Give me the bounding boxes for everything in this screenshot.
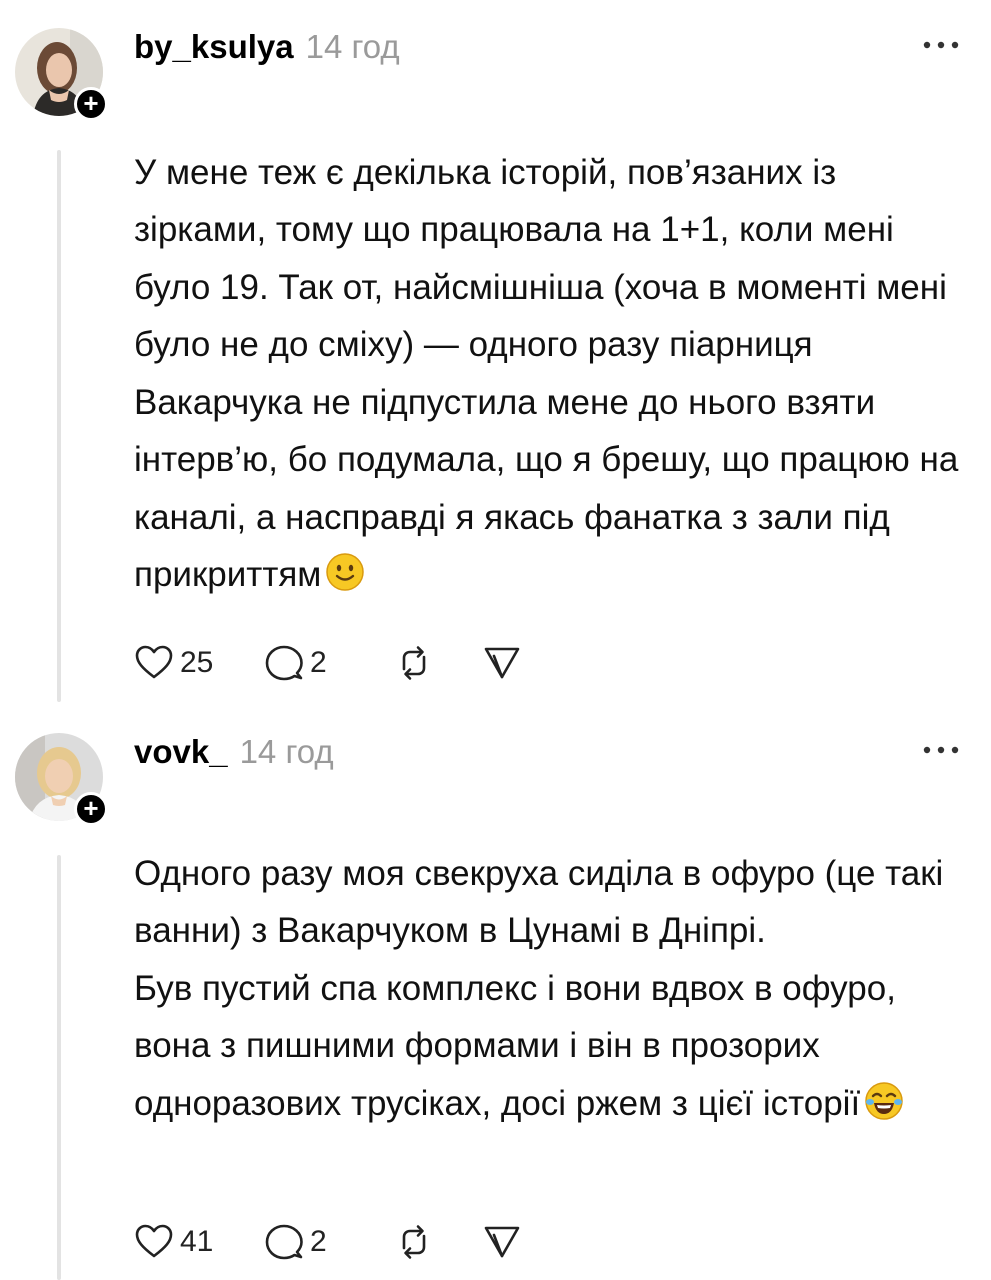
reply-count: 2 (310, 646, 327, 679)
send-icon (484, 647, 520, 679)
username[interactable]: by_ksulya (134, 28, 294, 66)
post-text: Одного разу моя свекруха сиділа в офуро … (134, 787, 974, 1132)
reply-button[interactable]: 2 (264, 1222, 346, 1262)
like-button[interactable]: 41 (134, 1222, 216, 1262)
post-header: vovk_ 14 год (134, 733, 334, 781)
face-with-tears-of-joy-icon (865, 1081, 903, 1120)
post-actions: 41 2 (134, 1217, 570, 1267)
repost-button[interactable] (394, 643, 434, 683)
thread-line (57, 150, 61, 702)
timestamp: 14 год (305, 28, 400, 65)
post: + vovk_ 14 год Одного разу моя свекруха … (0, 705, 991, 1280)
follow-plus-icon[interactable]: + (74, 87, 108, 121)
send-icon (484, 1226, 520, 1258)
reply-count: 2 (310, 1225, 327, 1258)
post-text: У мене теж є декілька історій, пов’язани… (134, 86, 974, 604)
repost-icon (402, 646, 426, 680)
like-button[interactable]: 25 (134, 643, 216, 683)
repost-icon (402, 1225, 426, 1259)
post-actions: 25 2 (134, 638, 570, 688)
thread-line (57, 855, 61, 1280)
more-dots-icon[interactable] (921, 38, 961, 52)
share-button[interactable] (482, 643, 522, 683)
speech-bubble-icon (265, 1224, 303, 1260)
speech-bubble-icon (265, 645, 303, 681)
reply-button[interactable]: 2 (264, 643, 346, 683)
username[interactable]: vovk_ (134, 733, 228, 771)
post-text-content: Одного разу моя свекруха сиділа в офуро … (134, 853, 944, 1123)
like-count: 41 (180, 1225, 214, 1258)
share-button[interactable] (482, 1222, 522, 1262)
post: + by_ksulya 14 год У мене теж є декілька… (0, 0, 991, 705)
repost-button[interactable] (394, 1222, 434, 1262)
heart-icon (135, 1224, 173, 1258)
post-header: by_ksulya 14 год (134, 28, 400, 76)
heart-icon (135, 645, 173, 679)
slightly-smiling-face-icon (326, 553, 365, 591)
like-count: 25 (180, 646, 214, 679)
follow-plus-icon[interactable]: + (74, 792, 108, 826)
more-dots-icon[interactable] (921, 743, 961, 757)
post-text-content: У мене теж є декілька історій, пов’язани… (134, 152, 959, 595)
timestamp: 14 год (239, 733, 334, 770)
